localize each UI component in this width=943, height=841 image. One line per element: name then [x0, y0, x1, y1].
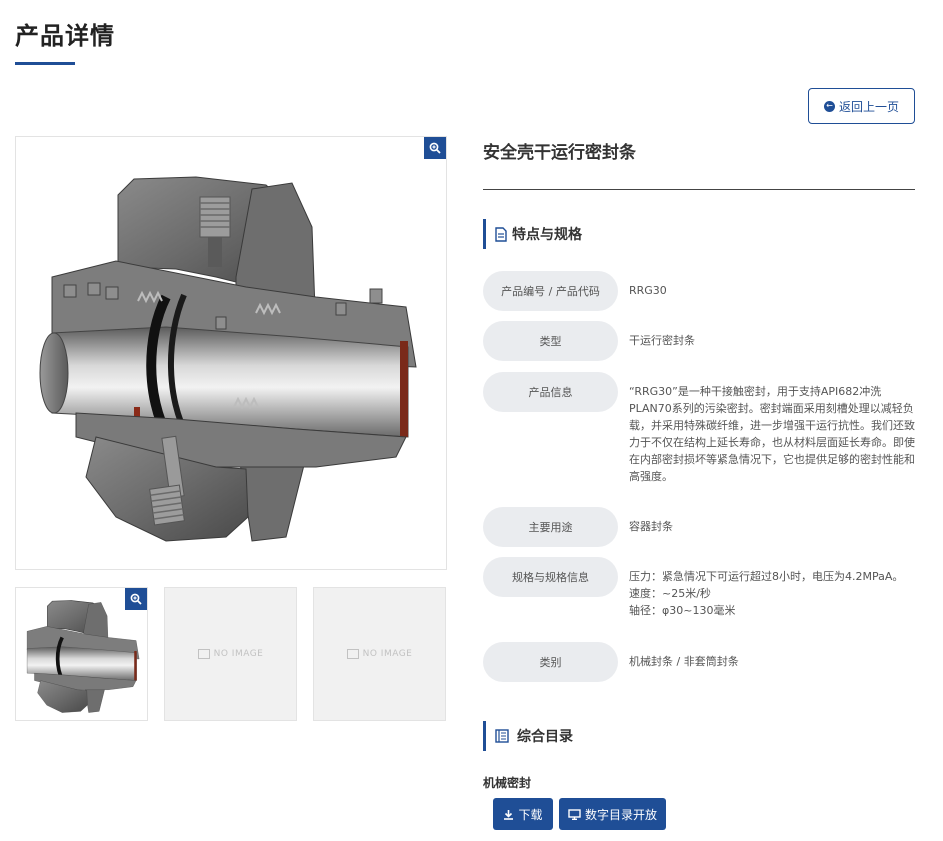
document-icon	[495, 226, 507, 242]
back-button[interactable]: ← 返回上一页	[808, 88, 915, 124]
digital-catalog-button-label: 数字目录开放	[584, 807, 657, 822]
product-name: 安全壳干运行密封条	[483, 143, 636, 163]
no-image-label: NO IMAGE	[362, 649, 413, 659]
catalog-heading: 综合目录	[483, 721, 573, 751]
image-icon	[197, 649, 210, 659]
spec-label: 产品编号 / 产品代码	[483, 271, 618, 311]
image-icon	[346, 649, 359, 659]
spec-row: 规格与规格信息 压力：紧急情况下可运行超过8小时，电压为4.2MPaA。 速度：…	[483, 557, 915, 619]
digital-catalog-button[interactable]: 数字目录开放	[559, 798, 666, 830]
heading-accent-bar	[483, 721, 486, 751]
spec-row: 类别 机械封条 / 非套筒封条	[483, 642, 915, 682]
features-heading: 特点与规格	[483, 219, 582, 249]
features-heading-label: 特点与规格	[512, 227, 582, 243]
catalog-heading-label: 综合目录	[517, 729, 573, 745]
no-image-label: NO IMAGE	[213, 649, 264, 659]
spec-label: 主要用途	[483, 507, 618, 547]
spec-label: 规格与规格信息	[483, 557, 618, 597]
arrow-left-circle-icon: ←	[823, 100, 835, 112]
spec-row: 产品编号 / 产品代码 RRG30	[483, 271, 915, 311]
no-image-placeholder: NO IMAGE	[165, 588, 296, 720]
download-button-label: 下载	[518, 807, 543, 822]
monitor-icon	[568, 808, 581, 820]
thumbnail-1[interactable]	[15, 587, 148, 721]
spec-value: 机械封条 / 非套筒封条	[629, 655, 739, 668]
no-image-placeholder: NO IMAGE	[314, 588, 445, 720]
download-icon	[503, 809, 514, 820]
spec-row: 主要用途 容器封条	[483, 507, 915, 547]
heading-accent-bar	[483, 219, 486, 249]
divider	[483, 189, 915, 190]
title-underline	[15, 62, 75, 65]
spec-label: 类别	[483, 642, 618, 682]
spec-label: 类型	[483, 321, 618, 361]
page-title: 产品详情	[15, 22, 115, 50]
spec-row: 类型 干运行密封条	[483, 321, 915, 361]
spec-value: 压力：紧急情况下可运行超过8小时，电压为4.2MPaA。 速度：~25米/秒 轴…	[629, 570, 904, 617]
zoom-in-icon[interactable]	[125, 588, 147, 610]
spec-row: 产品信息 “RRG30”是一种干接触密封，用于支持API682冲洗PLAN70系…	[483, 372, 915, 485]
mechanical-seal-illustration	[39, 176, 417, 542]
back-button-label: 返回上一页	[838, 99, 899, 114]
spec-value: 容器封条	[629, 520, 673, 533]
spec-label: 产品信息	[483, 372, 618, 412]
catalog-item-title: 机械密封	[483, 776, 532, 790]
spec-value: 干运行密封条	[629, 334, 695, 347]
book-icon	[495, 729, 509, 743]
spec-value: RRG30	[629, 284, 667, 297]
zoom-in-icon[interactable]	[424, 137, 446, 159]
main-product-image[interactable]	[15, 136, 447, 570]
thumbnail-2[interactable]: NO IMAGE	[164, 587, 297, 721]
spec-value: “RRG30”是一种干接触密封，用于支持API682冲洗PLAN70系列的污染密…	[629, 385, 915, 483]
download-button[interactable]: 下载	[493, 798, 553, 830]
thumbnail-3[interactable]: NO IMAGE	[313, 587, 446, 721]
